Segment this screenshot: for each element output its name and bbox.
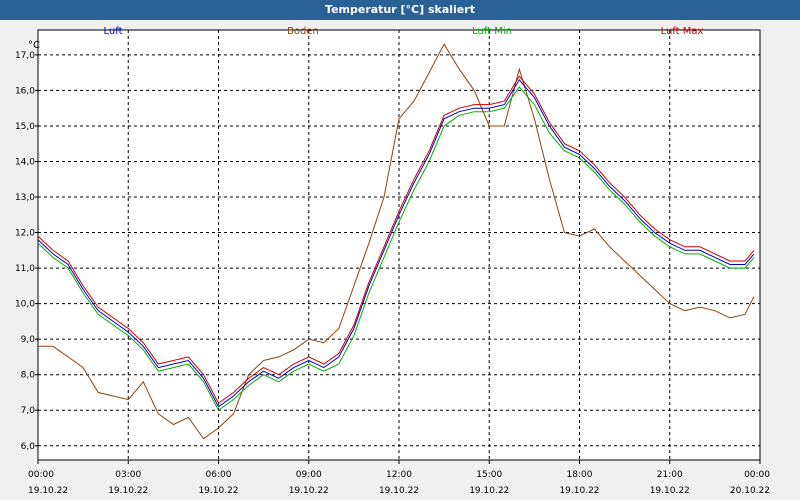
- x-tick-date-label: 19.10.22: [108, 486, 148, 496]
- y-tick-label: 10,0: [15, 300, 35, 310]
- x-tick-date-label: 19.10.22: [469, 486, 509, 496]
- y-tick-label: 6,0: [21, 442, 36, 452]
- chart-area: Luft Boden Luft Min Luft Max 6,0 7,0 8,0 9,0 10…: [15, 26, 770, 496]
- y-tick-label: 13,0: [15, 193, 35, 203]
- y-tick-label: 8,0: [21, 371, 36, 381]
- plot-background: [37, 29, 761, 461]
- y-axis-unit: °C: [28, 40, 40, 51]
- y-tick-label: 15,0: [15, 122, 35, 132]
- x-tick-date-label: 19.10.22: [289, 486, 329, 496]
- x-tick-date-label: 19.10.22: [198, 486, 238, 496]
- x-tick-time-label: 15:00: [476, 470, 502, 480]
- x-tick-time-label: 00:00: [744, 470, 770, 480]
- x-tick-time-label: 09:00: [296, 470, 322, 480]
- series-luft-max-legend: Luft Max: [661, 26, 704, 37]
- x-tick-time-label: 00:00: [28, 470, 54, 480]
- y-tick-label: 11,0: [15, 264, 35, 274]
- x-tick-time-label: 21:00: [657, 470, 683, 480]
- x-tick-date-label: 19.10.22: [559, 486, 599, 496]
- x-tick-date-label: 20.10.22: [730, 486, 770, 496]
- chart-title: Temperatur [°C] skaliert: [0, 0, 800, 20]
- y-tick-label: 12,0: [15, 229, 35, 239]
- x-tick-time-label: 18:00: [567, 470, 593, 480]
- y-tick-label: 16,0: [15, 86, 35, 96]
- x-tick-time-label: 12:00: [386, 470, 412, 480]
- x-tick-date-label: 19.10.22: [379, 486, 419, 496]
- x-axis: 00:00 19.10.22 03:00 19.10.22 06:00 19.10.22 0…: [28, 460, 770, 496]
- x-tick-date-label: 19.10.22: [28, 486, 68, 496]
- y-tick-label: 14,0: [15, 157, 35, 167]
- y-tick-label: 17,0: [15, 51, 35, 61]
- series-boden-legend: Boden: [287, 26, 319, 37]
- y-tick-label: 7,0: [21, 406, 36, 416]
- series-luft-min-legend: Luft Min: [472, 26, 512, 37]
- x-tick-date-label: 19.10.22: [650, 486, 690, 496]
- x-tick-time-label: 03:00: [115, 470, 141, 480]
- y-tick-label: 9,0: [21, 335, 36, 345]
- y-axis: 6,0 7,0 8,0 9,0 10,0 11,0 12,0 13,0 14,0 15,0 16,0…: [15, 51, 38, 452]
- x-tick-time-label: 06:00: [206, 470, 232, 480]
- series-luft-legend: Luft: [104, 26, 123, 37]
